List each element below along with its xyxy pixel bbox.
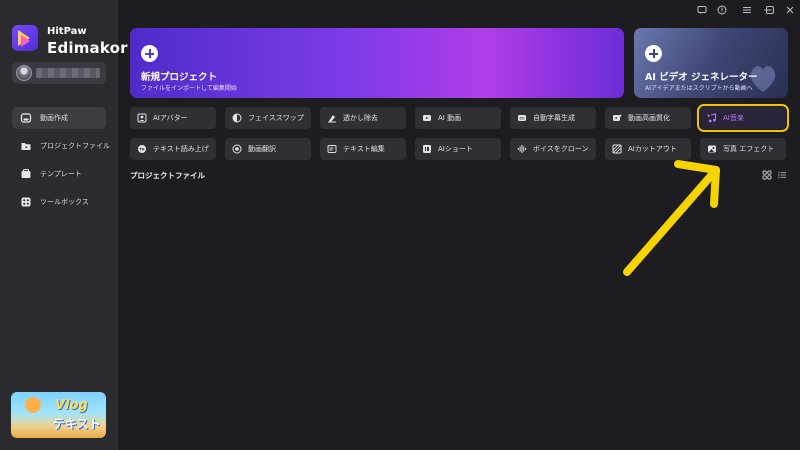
sidebar-item-label: プロジェクトファイル	[40, 142, 110, 150]
tts-icon: TK	[138, 145, 146, 153]
tool-label: テキスト編集	[343, 145, 385, 153]
watermark-remove-icon	[328, 115, 336, 123]
tool-ai-video[interactable]: AI 動画	[415, 107, 501, 129]
menu-icon[interactable]	[742, 5, 752, 15]
tool-label: AI音楽	[723, 114, 744, 122]
annotation-arrow	[623, 160, 720, 276]
template-icon	[21, 169, 31, 178]
tool-auto-subtitle[interactable]: CC 自動字幕生成	[510, 107, 596, 129]
tool-video-translate[interactable]: 動画翻訳	[225, 138, 311, 160]
voice-clone-icon	[517, 145, 526, 153]
plus-icon	[141, 45, 158, 62]
translate-icon	[232, 144, 242, 154]
avatar	[16, 65, 32, 81]
tool-label: 透かし除去	[343, 114, 378, 122]
avatar-icon	[137, 113, 147, 123]
brand-name-line2: Edimakor	[47, 39, 128, 57]
new-project-subtitle: ファイルをインポートして編集開始	[141, 85, 237, 92]
feedback-icon[interactable]	[697, 5, 707, 15]
sidebar-item-label: ツールボックス	[40, 198, 89, 206]
tool-label: AI 動画	[438, 114, 462, 122]
new-project-title: 新規プロジェクト	[141, 72, 218, 83]
folder-icon	[21, 143, 31, 150]
close-icon[interactable]	[785, 5, 795, 15]
maximize-icon[interactable]	[765, 5, 775, 15]
sidebar-item-create-video[interactable]: 動画作成	[12, 107, 106, 129]
tool-label: AIアバター	[153, 114, 188, 122]
list-view-icon[interactable]	[777, 170, 787, 180]
account-button[interactable]	[12, 62, 106, 84]
cc-icon: CC	[518, 115, 526, 121]
tool-text-edit[interactable]: テキスト編集	[320, 138, 406, 160]
home-icon	[20, 113, 32, 123]
promo-banner[interactable]: Vlog テキスト	[11, 392, 106, 438]
face-swap-icon	[232, 113, 242, 123]
promo-title: Vlog	[55, 398, 88, 413]
tool-voice-clone[interactable]: ボイスをクローン	[510, 138, 596, 160]
blurred-username	[36, 68, 100, 78]
tool-label: フェイススワップ	[248, 114, 304, 122]
plus-icon	[645, 45, 662, 62]
promo-subtitle: テキスト	[53, 417, 101, 431]
tool-label: 動画翻訳	[248, 145, 276, 153]
tool-label: AIショート	[438, 145, 473, 153]
sidebar-item-templates[interactable]: テンプレート	[12, 163, 106, 185]
app-logo	[12, 25, 38, 51]
svg-text:CC: CC	[519, 117, 525, 121]
sidebar-item-label: テンプレート	[40, 170, 82, 178]
tool-text-to-speech[interactable]: TK テキスト読み上げ	[130, 138, 216, 160]
promo-figure	[25, 397, 41, 413]
ai-video-title: AI ビデオ ジェネレーター	[645, 72, 758, 83]
tool-video-enhance[interactable]: 動画高画質化	[605, 107, 691, 129]
enhance-icon	[613, 114, 622, 121]
info-icon[interactable]	[717, 5, 727, 15]
svg-text:TK: TK	[139, 147, 144, 151]
brand-name-line1: HitPaw	[47, 26, 87, 37]
project-files-title: プロジェクトファイル	[130, 171, 205, 180]
text-edit-icon	[327, 145, 337, 153]
new-project-card[interactable]: 新規プロジェクト ファイルをインポートして編集開始	[130, 28, 624, 98]
tool-face-swap[interactable]: フェイススワップ	[225, 107, 311, 129]
ai-short-icon	[423, 145, 431, 153]
sidebar-item-label: 動画作成	[40, 114, 68, 122]
tool-ai-music[interactable]: AI音楽	[697, 104, 789, 132]
toolbox-icon	[21, 197, 31, 207]
tool-label: ボイスをクローン	[533, 145, 589, 153]
tool-label: テキスト読み上げ	[153, 145, 209, 153]
tool-watermark-remove[interactable]: 透かし除去	[320, 107, 406, 129]
sidebar: HitPaw Edimakor 動画作成 プロジェクトファイル テンプレート ツ	[0, 0, 128, 450]
ai-video-icon	[423, 115, 431, 121]
tool-label: 自動字幕生成	[533, 114, 575, 122]
tool-label: 動画高画質化	[628, 114, 670, 122]
sidebar-item-toolbox[interactable]: ツールボックス	[12, 191, 106, 213]
tool-ai-short[interactable]: AIショート	[415, 138, 501, 160]
ai-video-subtitle: AIアイデアまたはスクリプトから動画へ	[645, 85, 753, 92]
grid-view-icon[interactable]	[762, 170, 772, 180]
tool-ai-avatar[interactable]: AIアバター	[130, 107, 216, 129]
music-icon	[707, 113, 716, 123]
ai-video-generator-card[interactable]: AI ビデオ ジェネレーター AIアイデアまたはスクリプトから動画へ	[634, 28, 788, 98]
sidebar-item-project-files[interactable]: プロジェクトファイル	[12, 135, 110, 157]
